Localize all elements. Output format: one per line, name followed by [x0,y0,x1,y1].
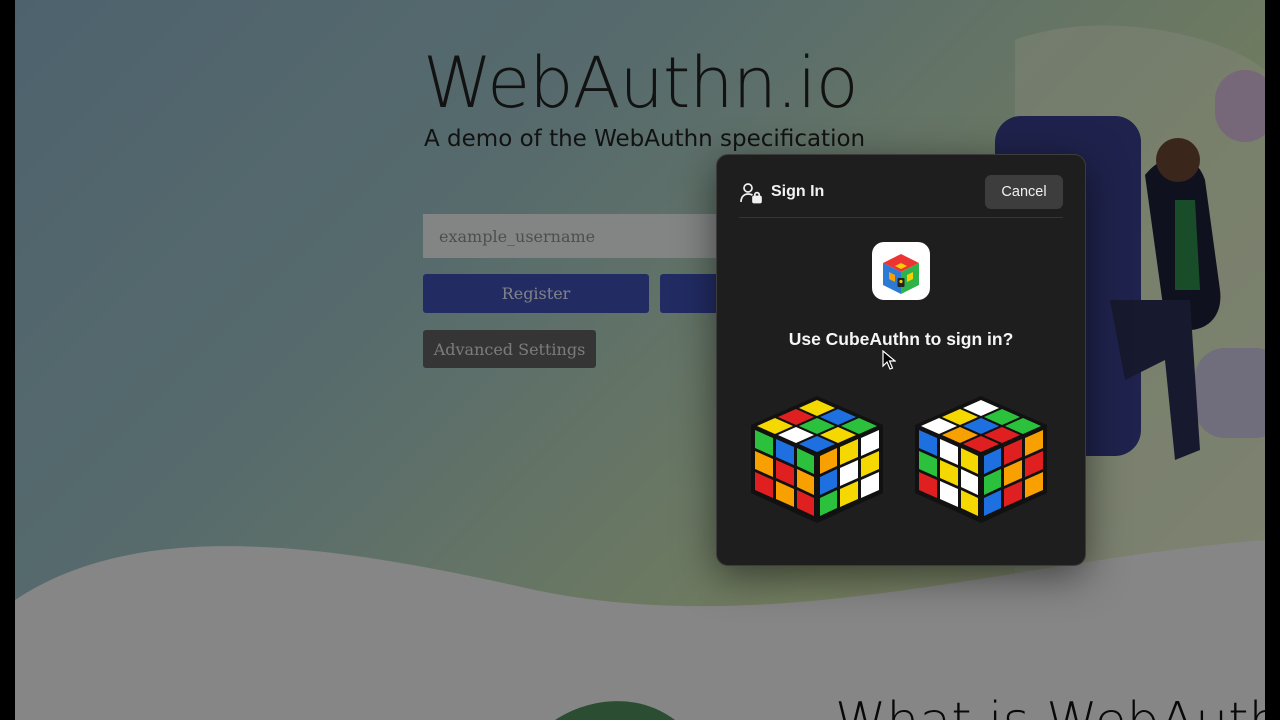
rubiks-cube-icon [911,393,1051,530]
cancel-button[interactable]: Cancel [985,175,1063,209]
cube-authn-app-icon [872,242,930,300]
modal-backdrop[interactable] [0,0,1280,720]
passkey-sign-in-dialog: Sign In Cancel Use CubeAuthn to sign in? [716,154,1086,566]
sign-in-prompt: Use CubeAuthn to sign in? [788,329,1014,349]
mouse-cursor-icon [882,349,897,375]
dialog-header: Sign In Cancel [739,175,1063,218]
screen: WebAuthn.io A demo of the WebAuthn speci… [0,0,1280,720]
dialog-title: Sign In [771,183,825,200]
rubiks-cube-icon [747,393,887,530]
person-lock-icon [739,181,763,210]
